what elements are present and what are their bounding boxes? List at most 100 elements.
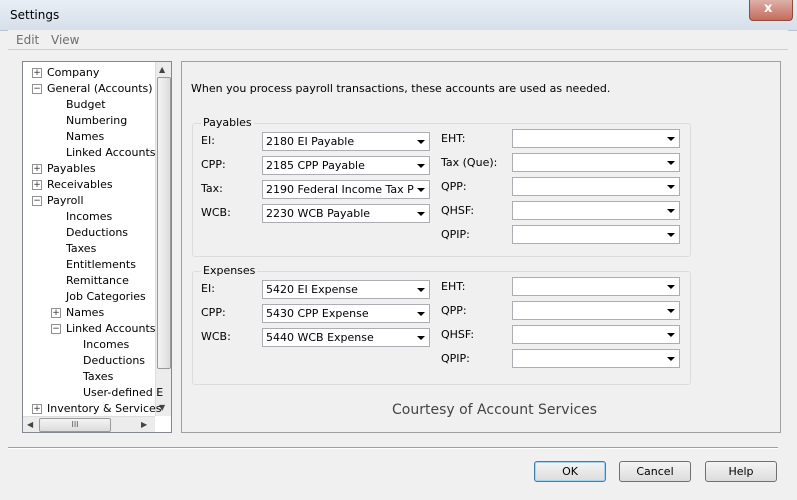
- payables-legend: Payables: [201, 116, 254, 129]
- expenses-account-dropdown[interactable]: [512, 301, 680, 320]
- menu-bar: Edit View: [8, 30, 788, 50]
- chevron-down-icon[interactable]: [667, 137, 675, 141]
- collapse-icon[interactable]: −: [32, 84, 42, 94]
- expenses-account-dropdown[interactable]: [512, 277, 680, 296]
- tree-item[interactable]: Job Categories: [66, 289, 146, 304]
- tree-item[interactable]: Taxes: [83, 369, 113, 384]
- payables-account-dropdown[interactable]: [512, 153, 680, 172]
- scroll-up-icon[interactable]: ▲: [159, 65, 165, 74]
- expenses-group: Expenses EI: 5420 EI Expense CPP: 5430 CPP …: [192, 264, 691, 385]
- chevron-down-icon[interactable]: [417, 312, 425, 316]
- tree-item[interactable]: Incomes: [66, 209, 112, 224]
- scroll-right-icon[interactable]: ▶: [141, 420, 147, 429]
- tree-item[interactable]: Deductions: [83, 353, 145, 368]
- expenses-field-label: EI:: [201, 282, 215, 295]
- chevron-down-icon[interactable]: [667, 333, 675, 337]
- expenses-legend: Expenses: [201, 264, 258, 277]
- chevron-down-icon[interactable]: [667, 185, 675, 189]
- dropdown-value: 5440 WCB Expense: [266, 331, 374, 344]
- collapse-icon[interactable]: −: [32, 196, 42, 206]
- tree-item[interactable]: Inventory & Services: [47, 401, 162, 416]
- chevron-down-icon[interactable]: [417, 336, 425, 340]
- payables-account-dropdown[interactable]: 2230 WCB Payable: [262, 204, 430, 223]
- tree-item[interactable]: Receivables: [47, 177, 113, 192]
- scroll-thumb[interactable]: [157, 77, 171, 369]
- chevron-down-icon[interactable]: [667, 309, 675, 313]
- hscroll-thumb[interactable]: III: [39, 418, 111, 432]
- tree-item[interactable]: Remittance: [66, 273, 129, 288]
- payables-account-dropdown[interactable]: 2180 EI Payable: [262, 132, 430, 151]
- payables-field-label: CPP:: [201, 158, 226, 171]
- tree-item[interactable]: User-defined E: [83, 385, 163, 400]
- expand-icon[interactable]: +: [32, 164, 42, 174]
- linked-accounts-panel: When you process payroll transactions, t…: [181, 61, 781, 433]
- expenses-field-label: WCB:: [201, 330, 231, 343]
- chevron-down-icon[interactable]: [417, 164, 425, 168]
- payables-field-label: QPP:: [441, 180, 467, 193]
- tree-item[interactable]: Names: [66, 305, 104, 320]
- payables-account-dropdown[interactable]: [512, 129, 680, 148]
- collapse-icon[interactable]: −: [51, 324, 61, 334]
- tree-vertical-scrollbar[interactable]: ▲ ▼: [155, 62, 171, 416]
- tree-item[interactable]: Payables: [47, 161, 96, 176]
- tree-horizontal-scrollbar[interactable]: ◀ III ▶: [23, 416, 155, 432]
- tree-item[interactable]: Incomes: [83, 337, 129, 352]
- dropdown-value: 2190 Federal Income Tax Payable: [266, 183, 414, 196]
- payables-account-dropdown[interactable]: [512, 177, 680, 196]
- chevron-down-icon[interactable]: [667, 161, 675, 165]
- title-bar: Settings x: [0, 0, 797, 31]
- ok-button[interactable]: OK: [534, 461, 606, 482]
- dropdown-value: 2230 WCB Payable: [266, 207, 371, 220]
- tree-item[interactable]: Entitlements: [66, 257, 136, 272]
- courtesy-text: Courtesy of Account Services: [392, 402, 598, 418]
- payables-group: Payables EI: 2180 EI Payable CPP: 2185 CPP …: [192, 116, 691, 257]
- payables-account-dropdown[interactable]: [512, 225, 680, 244]
- close-button[interactable]: x: [749, 0, 793, 21]
- menu-view[interactable]: View: [51, 33, 79, 47]
- tree-item[interactable]: Names: [66, 129, 104, 144]
- scroll-left-icon[interactable]: ◀: [27, 420, 33, 429]
- expand-icon[interactable]: +: [32, 180, 42, 190]
- expenses-account-dropdown[interactable]: [512, 349, 680, 368]
- chevron-down-icon[interactable]: [667, 285, 675, 289]
- tree-item[interactable]: Deductions: [66, 225, 128, 240]
- dropdown-value: 5430 CPP Expense: [266, 307, 369, 320]
- expenses-account-dropdown[interactable]: 5420 EI Expense: [262, 280, 430, 299]
- tree-item[interactable]: Taxes: [66, 241, 96, 256]
- menu-edit[interactable]: Edit: [16, 33, 39, 47]
- payables-account-dropdown[interactable]: [512, 201, 680, 220]
- tree-item[interactable]: General (Accounts): [47, 81, 153, 96]
- tree-item[interactable]: Company: [47, 65, 99, 80]
- cancel-button[interactable]: Cancel: [619, 461, 691, 482]
- payables-field-label: QHSF:: [441, 204, 475, 217]
- help-button[interactable]: Help: [705, 461, 777, 482]
- payables-account-dropdown[interactable]: 2185 CPP Payable: [262, 156, 430, 175]
- payables-field-label: QPIP:: [441, 228, 470, 241]
- expand-icon[interactable]: +: [51, 308, 61, 318]
- tree-item[interactable]: Numbering: [66, 113, 127, 128]
- chevron-down-icon[interactable]: [417, 288, 425, 292]
- tree-item[interactable]: Budget: [66, 97, 106, 112]
- payables-field-label: Tax:: [201, 182, 223, 195]
- tree-item[interactable]: Payroll: [47, 193, 84, 208]
- chevron-down-icon[interactable]: [667, 233, 675, 237]
- settings-tree[interactable]: ▲ ▼ ◀ III ▶ Company + General (Accounts) − B…: [22, 61, 172, 433]
- tree-item[interactable]: Linked Accounts: [66, 321, 156, 336]
- expenses-field-label: EHT:: [441, 280, 466, 293]
- chevron-down-icon[interactable]: [417, 140, 425, 144]
- expenses-account-dropdown[interactable]: 5430 CPP Expense: [262, 304, 430, 323]
- expand-icon[interactable]: +: [32, 68, 42, 78]
- expenses-field-label: QPP:: [441, 304, 467, 317]
- expenses-account-dropdown[interactable]: [512, 325, 680, 344]
- chevron-down-icon[interactable]: [667, 357, 675, 361]
- payables-field-label: EI:: [201, 134, 215, 147]
- chevron-down-icon[interactable]: [417, 212, 425, 216]
- tree-item[interactable]: Linked Accounts: [66, 145, 156, 160]
- chevron-down-icon[interactable]: [667, 209, 675, 213]
- chevron-down-icon[interactable]: [417, 188, 425, 192]
- window-title: Settings: [10, 8, 60, 22]
- expenses-account-dropdown[interactable]: 5440 WCB Expense: [262, 328, 430, 347]
- footer-separator: [8, 447, 778, 449]
- expand-icon[interactable]: +: [32, 404, 42, 414]
- payables-account-dropdown[interactable]: 2190 Federal Income Tax Payable: [262, 180, 430, 199]
